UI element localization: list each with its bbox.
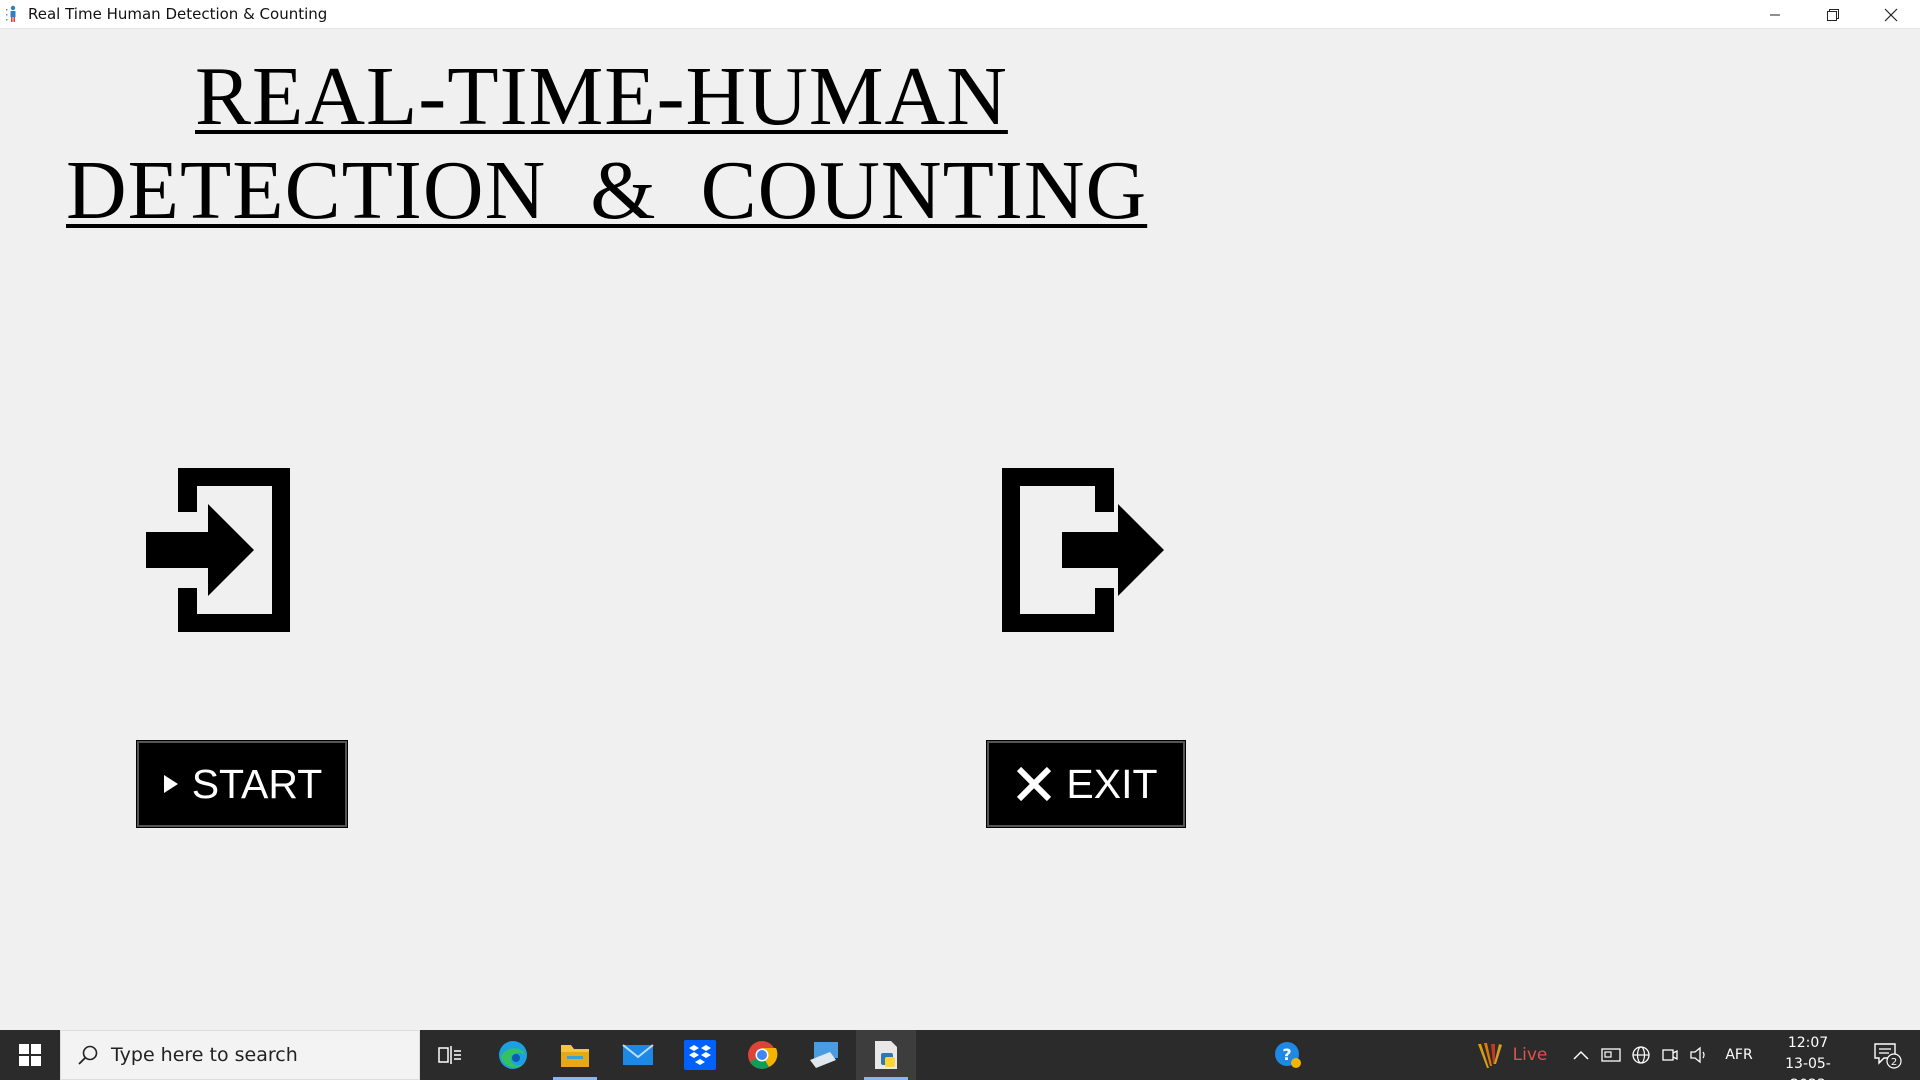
- globe-icon: [1632, 1046, 1650, 1064]
- logout-icon: [1002, 468, 1164, 632]
- taskbar-search-input[interactable]: Type here to search: [60, 1030, 420, 1080]
- language-indicator[interactable]: AFR: [1718, 1030, 1760, 1080]
- show-hidden-icons-button[interactable]: [1568, 1030, 1594, 1080]
- restore-button[interactable]: [1804, 0, 1862, 29]
- windows-logo-icon: [19, 1044, 41, 1066]
- start-button-label: START: [191, 760, 323, 807]
- mail-icon: [622, 1044, 654, 1065]
- app-icon: [2, 3, 24, 25]
- exit-button[interactable]: EXIT: [986, 740, 1186, 828]
- task-view-button[interactable]: [420, 1030, 480, 1080]
- live-label: Live: [1512, 1045, 1548, 1065]
- taskbar-clock[interactable]: 12:07 13-05-2023: [1768, 1033, 1848, 1080]
- page-title-line1: REAL-TIME-HUMAN: [195, 50, 1008, 143]
- network-button[interactable]: [1628, 1030, 1654, 1080]
- minimize-button[interactable]: [1746, 0, 1804, 29]
- volume-button[interactable]: [1686, 1030, 1712, 1080]
- window-title: Real Time Human Detection & Counting: [28, 5, 328, 23]
- close-button[interactable]: [1862, 0, 1920, 29]
- dropbox-icon: [684, 1040, 716, 1070]
- live-widget[interactable]: Live: [1466, 1030, 1556, 1080]
- remote-desktop-icon: [810, 1042, 838, 1068]
- main-window: REAL-TIME-HUMAN DETECTION & COUNTING STA…: [0, 30, 1920, 1030]
- taskbar-file-explorer[interactable]: [545, 1030, 605, 1080]
- clock-time: 12:07: [1787, 1035, 1829, 1051]
- windows-start-button[interactable]: [0, 1030, 60, 1080]
- folder-icon: [561, 1045, 589, 1067]
- taskbar: Type here to search ? Live AFR 12:07 13-…: [0, 1030, 1920, 1080]
- page-title-line2: DETECTION & COUNTING: [66, 144, 1148, 237]
- tray-device-button[interactable]: [1598, 1030, 1624, 1080]
- minimize-icon: [1770, 14, 1780, 15]
- window-titlebar: Real Time Human Detection & Counting: [0, 0, 1920, 29]
- device-icon: [1601, 1048, 1621, 1062]
- camera-icon: [1662, 1049, 1678, 1061]
- exit-button-label: EXIT: [1066, 760, 1158, 807]
- chevron-up-icon: [1573, 1050, 1589, 1060]
- chrome-icon: [748, 1041, 778, 1069]
- play-icon: [163, 775, 178, 793]
- camera-tray-button[interactable]: [1658, 1030, 1682, 1080]
- notifications-count: 2: [1891, 1057, 1897, 1068]
- restore-icon: [1827, 8, 1839, 21]
- taskbar-mail[interactable]: [608, 1030, 668, 1080]
- taskbar-edge[interactable]: [483, 1030, 543, 1080]
- taskbar-dropbox[interactable]: [670, 1030, 730, 1080]
- start-button[interactable]: START: [136, 740, 348, 828]
- help-icon: ?: [1275, 1042, 1301, 1068]
- search-placeholder: Type here to search: [111, 1044, 298, 1066]
- task-view-icon: [438, 1046, 461, 1064]
- search-icon: [78, 1045, 98, 1065]
- kite-logo-icon: [1477, 1043, 1502, 1068]
- close-icon: [1884, 8, 1898, 21]
- speaker-icon: [1690, 1046, 1705, 1064]
- edge-icon: [499, 1041, 527, 1069]
- login-icon: [146, 468, 290, 632]
- taskbar-remote-desktop[interactable]: [794, 1030, 854, 1080]
- language-label: AFR: [1725, 1047, 1753, 1063]
- clock-date: 13-05-2023: [1785, 1056, 1831, 1080]
- help-tray-button[interactable]: ?: [1268, 1030, 1308, 1080]
- notifications-icon: 2: [1874, 1043, 1902, 1069]
- x-icon: [1017, 766, 1052, 802]
- python-app-icon: [875, 1041, 897, 1069]
- taskbar-python-app[interactable]: [856, 1030, 916, 1080]
- taskbar-chrome[interactable]: [732, 1030, 792, 1080]
- svg-text:?: ?: [1282, 1045, 1291, 1064]
- notifications-button[interactable]: 2: [1862, 1030, 1912, 1080]
